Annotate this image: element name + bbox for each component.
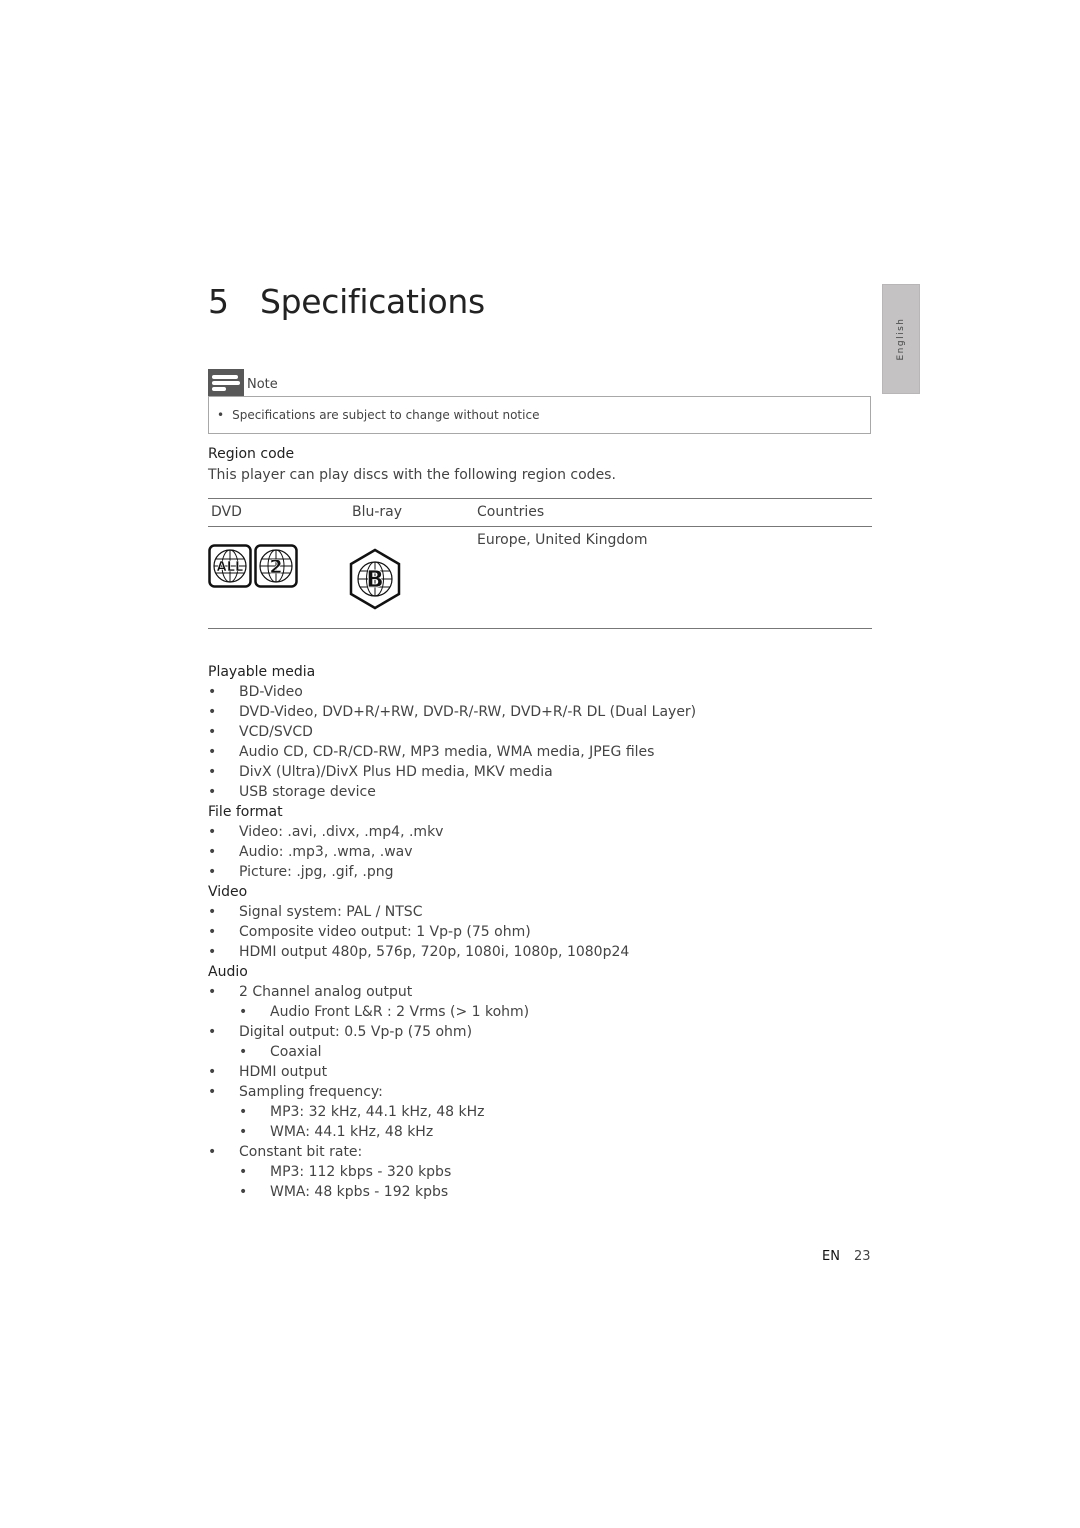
- bullet: •: [208, 704, 217, 720]
- table-bottom-rule: [208, 628, 872, 629]
- section-heading: File format: [208, 804, 283, 820]
- countries-cell: Europe, United Kingdom: [477, 532, 648, 548]
- bullet: •: [208, 944, 217, 960]
- list-item-text: WMA: 44.1 kHz, 48 kHz: [270, 1124, 434, 1140]
- list-item-text: Audio Front L&R : 2 Vrms (> 1 kohm): [270, 1004, 530, 1020]
- note-header: Note: [208, 369, 278, 397]
- bullet: •: [239, 1104, 248, 1120]
- note-text: Specifications are subject to change wit…: [232, 408, 540, 422]
- region-all-globe-icon: ALL: [208, 544, 252, 588]
- bullet: •: [208, 1064, 217, 1080]
- bullet: •: [239, 1164, 248, 1180]
- region-b-code: B: [366, 567, 384, 593]
- note-bullet: •: [217, 408, 225, 422]
- bullet: •: [239, 1184, 248, 1200]
- bullet: •: [208, 844, 217, 860]
- list-item-text: Constant bit rate:: [239, 1144, 363, 1160]
- bullet: •: [208, 764, 217, 780]
- list-item-text: Audio: .mp3, .wma, .wav: [239, 844, 413, 860]
- list-item-text: USB storage device: [239, 784, 376, 800]
- list-item-text: BD-Video: [239, 684, 303, 700]
- list-item-text: Coaxial: [270, 1044, 322, 1060]
- language-tab: English: [882, 284, 920, 394]
- language-tab-label: English: [896, 317, 906, 361]
- note-label: Note: [247, 376, 278, 392]
- bullet: •: [208, 924, 217, 940]
- header-countries: Countries: [477, 504, 545, 520]
- bullet: •: [239, 1124, 248, 1140]
- table-header-rule: [208, 526, 872, 527]
- bullet: •: [208, 784, 217, 800]
- region-code-heading: Region code: [208, 446, 295, 462]
- list-item-text: Signal system: PAL / NTSC: [239, 904, 423, 920]
- list-item-text: 2 Channel analog output: [239, 984, 413, 1000]
- list-item-text: Video: .avi, .divx, .mp4, .mkv: [239, 824, 444, 840]
- list-item-text: Picture: .jpg, .gif, .png: [239, 864, 394, 880]
- bullet: •: [208, 984, 217, 1000]
- chapter-number: 5: [208, 282, 229, 321]
- list-item-text: HDMI output 480p, 576p, 720p, 1080i, 108…: [239, 944, 630, 960]
- chapter-title: Specifications: [260, 282, 485, 321]
- bullet: •: [208, 1144, 217, 1160]
- list-item-text: Digital output: 0.5 Vp-p (75 ohm): [239, 1024, 473, 1040]
- header-bluray: Blu-ray: [352, 504, 403, 520]
- bullet: •: [239, 1004, 248, 1020]
- note-box: • Specifications are subject to change wi…: [208, 396, 871, 434]
- bullet: •: [208, 824, 217, 840]
- section-heading: Audio: [208, 964, 248, 980]
- list-item-text: DivX (Ultra)/DivX Plus HD media, MKV med…: [239, 764, 553, 780]
- section-heading: Video: [208, 884, 248, 900]
- bullet: •: [208, 1084, 217, 1100]
- list-item-text: MP3: 112 kbps - 320 kpbs: [270, 1164, 452, 1180]
- bullet: •: [208, 1024, 217, 1040]
- list-item-text: Composite video output: 1 Vp-p (75 ohm): [239, 924, 531, 940]
- list-item-text: Sampling frequency:: [239, 1084, 383, 1100]
- section-heading: Playable media: [208, 664, 316, 680]
- list-item-text: WMA: 48 kpbs - 192 kpbs: [270, 1184, 449, 1200]
- page-title: 5 Specifications: [208, 282, 485, 321]
- region-2-globe-icon: 2: [254, 544, 298, 588]
- list-item-text: MP3: 32 kHz, 44.1 kHz, 48 kHz: [270, 1104, 485, 1120]
- region-all-code: ALL: [217, 560, 244, 575]
- list-item-text: VCD/SVCD: [239, 724, 313, 740]
- bullet: •: [239, 1044, 248, 1060]
- bullet: •: [208, 724, 217, 740]
- bullet: •: [208, 864, 217, 880]
- bullet: •: [208, 744, 217, 760]
- list-item-text: HDMI output: [239, 1064, 328, 1080]
- bullet: •: [208, 904, 217, 920]
- footer-language-code: EN: [822, 1249, 840, 1264]
- page-footer: EN 23: [822, 1249, 871, 1264]
- note-icon: [208, 369, 244, 397]
- table-top-rule: [208, 498, 872, 499]
- region-code-intro: This player can play discs with the foll…: [208, 467, 616, 483]
- list-item-text: Audio CD, CD-R/CD-RW, MP3 media, WMA med…: [239, 744, 655, 760]
- bullet: •: [208, 684, 217, 700]
- footer-page-number: 23: [853, 1249, 871, 1264]
- region-2-code: 2: [269, 556, 282, 578]
- list-item-text: DVD-Video, DVD+R/+RW, DVD-R/-RW, DVD+R/-…: [239, 704, 697, 720]
- header-dvd: DVD: [211, 504, 242, 520]
- region-b-hexagon-icon: B: [348, 548, 402, 610]
